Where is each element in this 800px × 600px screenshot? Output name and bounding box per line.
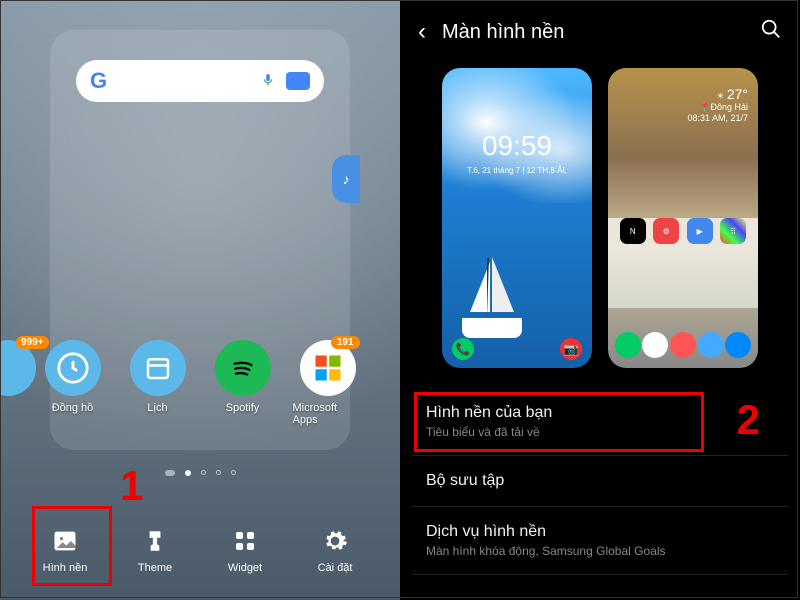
gallery-item[interactable]: Bộ sưu tập bbox=[412, 456, 788, 507]
grid-icon bbox=[233, 526, 257, 556]
app-clock[interactable]: Đồng hồ bbox=[38, 340, 108, 426]
mic-icon[interactable] bbox=[260, 72, 276, 88]
phone-icon: 📞 bbox=[452, 338, 474, 360]
highlight-1 bbox=[32, 506, 112, 586]
home-editor-screen: G ♪ 999+ Đồng hồ Lịch Spotify 191 bbox=[0, 0, 400, 600]
app-calendar[interactable]: Lịch bbox=[123, 340, 193, 426]
widget-button[interactable]: Widget bbox=[210, 518, 280, 582]
page-indicator[interactable] bbox=[0, 470, 400, 476]
app-spotify[interactable]: Spotify bbox=[208, 340, 278, 426]
calendar-icon bbox=[130, 340, 186, 396]
gear-icon bbox=[322, 526, 348, 556]
lockscreen-preview[interactable]: 09:59 T.6, 21 tháng 7 | 12 TH.8 ÂL 📞 📷 bbox=[442, 68, 592, 368]
wallpaper-settings-screen: ‹ Màn hình nền 09:59 T.6, 21 tháng 7 | 1… bbox=[400, 0, 800, 600]
wallpaper-services-item[interactable]: Dịch vụ hình nền Màn hình khóa động, Sam… bbox=[412, 507, 788, 575]
brush-icon bbox=[142, 526, 168, 556]
google-search-bar[interactable]: G bbox=[76, 60, 324, 102]
lock-date: T.6, 21 tháng 7 | 12 TH.8 ÂL bbox=[442, 166, 592, 175]
music-note-icon: ♪ bbox=[343, 171, 350, 187]
spotify-icon bbox=[215, 340, 271, 396]
app-microsoft[interactable]: 191 Microsoft Apps bbox=[293, 340, 363, 426]
back-icon[interactable]: ‹ bbox=[418, 18, 426, 46]
google-logo-icon: G bbox=[90, 68, 107, 94]
microsoft-icon: 191 bbox=[300, 340, 356, 396]
clock-icon bbox=[45, 340, 101, 396]
callout-2: 2 bbox=[737, 396, 760, 444]
weather-widget: ☀ 27° 📍Đông Hải 08:31 AM, 21/7 bbox=[687, 86, 748, 123]
camera-icon: 📷 bbox=[560, 338, 582, 360]
app-row: Đồng hồ Lịch Spotify 191 Microsoft Apps bbox=[0, 340, 400, 426]
search-icon[interactable] bbox=[760, 18, 782, 46]
volume-slider-tab[interactable]: ♪ bbox=[332, 155, 360, 203]
homescreen-preview[interactable]: ☀ 27° 📍Đông Hải 08:31 AM, 21/7 N ⚙ ▶ ⠿ bbox=[608, 68, 758, 368]
badge: 191 bbox=[331, 336, 360, 349]
settings-button[interactable]: Cài đặt bbox=[300, 518, 370, 582]
callout-1: 1 bbox=[120, 462, 143, 510]
lens-icon[interactable] bbox=[286, 72, 310, 90]
theme-button[interactable]: Theme bbox=[120, 518, 190, 582]
highlight-2 bbox=[414, 392, 704, 452]
page-title: Màn hình nền bbox=[442, 21, 744, 44]
lock-time: 09:59 bbox=[442, 130, 592, 162]
